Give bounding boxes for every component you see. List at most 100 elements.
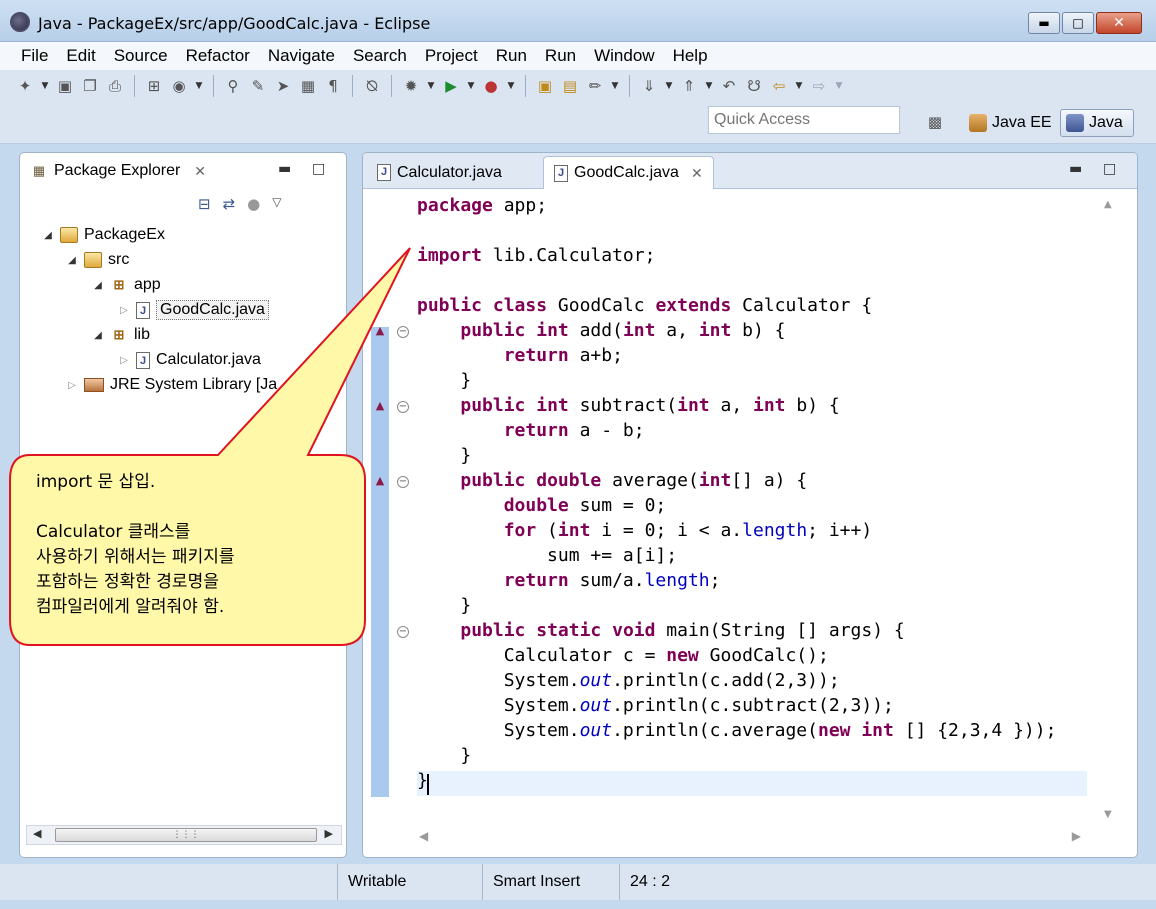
code-line[interactable]: public double average(int[] a) { xyxy=(417,468,807,493)
last-edit-location-icon[interactable]: ↶ xyxy=(718,75,740,97)
perspective-java[interactable]: Java xyxy=(1060,109,1134,137)
tree-item-goodcalc[interactable]: ▷ J GoodCalc.java xyxy=(118,298,269,322)
code-line[interactable]: System.out.println(c.subtract(2,3)); xyxy=(417,693,894,718)
tree-item-calculator[interactable]: ▷ J Calculator.java xyxy=(118,348,261,372)
print-icon[interactable]: ⎙ xyxy=(104,75,126,97)
maximize-editor-icon[interactable]: □ xyxy=(1103,161,1116,177)
next-edit-dropdown-icon[interactable]: ▼ xyxy=(663,75,675,97)
tree-item-lib[interactable]: ◢ ⊞ lib xyxy=(92,323,150,347)
code-line[interactable]: public class GoodCalc extends Calculator… xyxy=(417,293,872,318)
pin-icon[interactable]: ☋ xyxy=(743,75,765,97)
focus-icon[interactable]: ● xyxy=(247,195,260,213)
perspective-java-ee[interactable]: Java EE xyxy=(964,109,1057,137)
fold-icon[interactable]: − xyxy=(397,326,409,338)
forward-dropdown-icon[interactable]: ▼ xyxy=(833,75,845,97)
save-all-icon[interactable]: ❐ xyxy=(79,75,101,97)
maximize-view-icon[interactable]: □ xyxy=(312,161,325,177)
run-dropdown-icon[interactable]: ▼ xyxy=(465,75,477,97)
scrollbar-thumb[interactable]: ⋮⋮⋮ xyxy=(55,828,317,842)
collapsed-icon[interactable]: ▷ xyxy=(66,380,78,391)
code-line[interactable]: package app; xyxy=(417,193,547,218)
minimize-view-icon[interactable]: ▬ xyxy=(278,161,291,177)
scroll-up-icon[interactable]: ▲ xyxy=(1104,199,1112,210)
menu-project[interactable]: Project xyxy=(416,46,487,66)
close-button[interactable]: ✕ xyxy=(1096,12,1142,34)
menu-window[interactable]: Window xyxy=(585,46,663,66)
scroll-down-icon[interactable]: ▼ xyxy=(1104,809,1112,820)
menu-file[interactable]: File xyxy=(12,46,57,66)
external-tools-dropdown-icon[interactable]: ▼ xyxy=(505,75,517,97)
code-line[interactable]: import lib.Calculator; xyxy=(417,243,655,268)
skip-breakpoints-icon[interactable]: ⦰ xyxy=(361,75,383,97)
view-menu-icon[interactable]: ▽ xyxy=(272,195,281,213)
menu-refactor[interactable]: Refactor xyxy=(177,46,259,66)
forward-icon[interactable]: ⇨ xyxy=(808,75,830,97)
code-line[interactable]: } xyxy=(417,593,471,618)
expanded-icon[interactable]: ◢ xyxy=(92,330,104,341)
horizontal-scrollbar[interactable]: ◀ ⋮⋮⋮ ▶ xyxy=(26,825,342,845)
override-icon[interactable]: ▲ xyxy=(374,400,386,412)
new-package-icon[interactable]: ⊞ xyxy=(143,75,165,97)
minimize-button[interactable]: ▬ xyxy=(1028,12,1060,34)
code-line[interactable]: public int subtract(int a, int b) { xyxy=(417,393,839,418)
code-line[interactable]: System.out.println(c.add(2,3)); xyxy=(417,668,840,693)
menu-help[interactable]: Help xyxy=(664,46,717,66)
code-line[interactable]: for (int i = 0; i < a.length; i++) xyxy=(417,518,873,543)
new-class-icon[interactable]: ◉ xyxy=(168,75,190,97)
debug-dropdown-icon[interactable]: ▼ xyxy=(425,75,437,97)
tab-goodcalc-java[interactable]: J GoodCalc.java ✕ xyxy=(543,156,714,189)
tree-item-src[interactable]: ◢ src xyxy=(66,248,129,272)
quick-access-input[interactable] xyxy=(708,106,900,134)
code-line[interactable]: public int add(int a, int b) { xyxy=(417,318,785,343)
scroll-right-icon[interactable]: ▶ xyxy=(325,827,333,840)
code-line[interactable]: return a - b; xyxy=(417,418,645,443)
fold-icon[interactable]: − xyxy=(397,626,409,638)
code-line[interactable]: } xyxy=(417,743,471,768)
back-icon[interactable]: ⇦ xyxy=(768,75,790,97)
mark-occurrences-icon[interactable]: ✎ xyxy=(247,75,269,97)
override-icon[interactable]: ▲ xyxy=(374,475,386,487)
tab-package-explorer[interactable]: ▦ Package Explorer ✕ xyxy=(20,153,210,189)
previous-edit-dropdown-icon[interactable]: ▼ xyxy=(703,75,715,97)
back-dropdown-icon[interactable]: ▼ xyxy=(793,75,805,97)
minimize-editor-icon[interactable]: ▬ xyxy=(1069,161,1082,177)
next-annotation-icon[interactable]: ➤ xyxy=(272,75,294,97)
open-folder-icon[interactable]: ▤ xyxy=(559,75,581,97)
expanded-icon[interactable]: ◢ xyxy=(66,255,78,266)
scroll-left-icon[interactable]: ◀ xyxy=(33,827,41,840)
menu-source[interactable]: Source xyxy=(105,46,177,66)
new-icon[interactable]: ✦ xyxy=(14,75,36,97)
expanded-icon[interactable]: ◢ xyxy=(42,230,54,241)
tree-item-project[interactable]: ◢ PackageEx xyxy=(42,223,165,247)
run-icon[interactable]: ▶ xyxy=(440,75,462,97)
maximize-button[interactable]: □ xyxy=(1062,12,1094,34)
open-type-icon[interactable]: ⚲ xyxy=(222,75,244,97)
pencil-dropdown-icon[interactable]: ▼ xyxy=(609,75,621,97)
next-edit-icon[interactable]: ⇓ xyxy=(638,75,660,97)
code-line[interactable]: double sum = 0; xyxy=(417,493,667,518)
vertical-scrollbar[interactable]: ▲ ▼ xyxy=(1101,197,1119,827)
code-line[interactable]: } xyxy=(417,368,471,393)
code-line[interactable]: public static void main(String [] args) … xyxy=(417,618,904,643)
code-line[interactable]: return sum/a.length; xyxy=(417,568,721,593)
menu-run-2[interactable]: Run xyxy=(536,46,585,66)
status-insert-mode[interactable]: Smart Insert xyxy=(482,864,617,900)
open-perspective-icon[interactable]: ▩ xyxy=(924,113,946,133)
fold-icon[interactable]: − xyxy=(397,476,409,488)
tree-item-app[interactable]: ◢ ⊞ app xyxy=(92,273,161,297)
debug-icon[interactable]: ✹ xyxy=(400,75,422,97)
show-whitespace-icon[interactable]: ¶ xyxy=(322,75,344,97)
link-with-editor-icon[interactable]: ⇄ xyxy=(223,195,236,213)
code-line[interactable]: sum += a[i]; xyxy=(417,543,677,568)
code-line[interactable]: Calculator c = new GoodCalc(); xyxy=(417,643,829,668)
override-icon[interactable]: ▲ xyxy=(374,325,386,337)
collapsed-icon[interactable]: ▷ xyxy=(118,355,130,366)
tree-item-jre[interactable]: ▷ JRE System Library [Ja xyxy=(66,373,277,397)
menu-navigate[interactable]: Navigate xyxy=(259,46,344,66)
close-icon[interactable]: ✕ xyxy=(691,165,703,182)
close-icon[interactable]: ✕ xyxy=(194,163,206,180)
menu-edit[interactable]: Edit xyxy=(57,46,104,66)
toggle-block-icon[interactable]: ▦ xyxy=(297,75,319,97)
code-line[interactable]: return a+b; xyxy=(417,343,623,368)
scroll-right-icon[interactable]: ▶ xyxy=(1072,829,1081,843)
